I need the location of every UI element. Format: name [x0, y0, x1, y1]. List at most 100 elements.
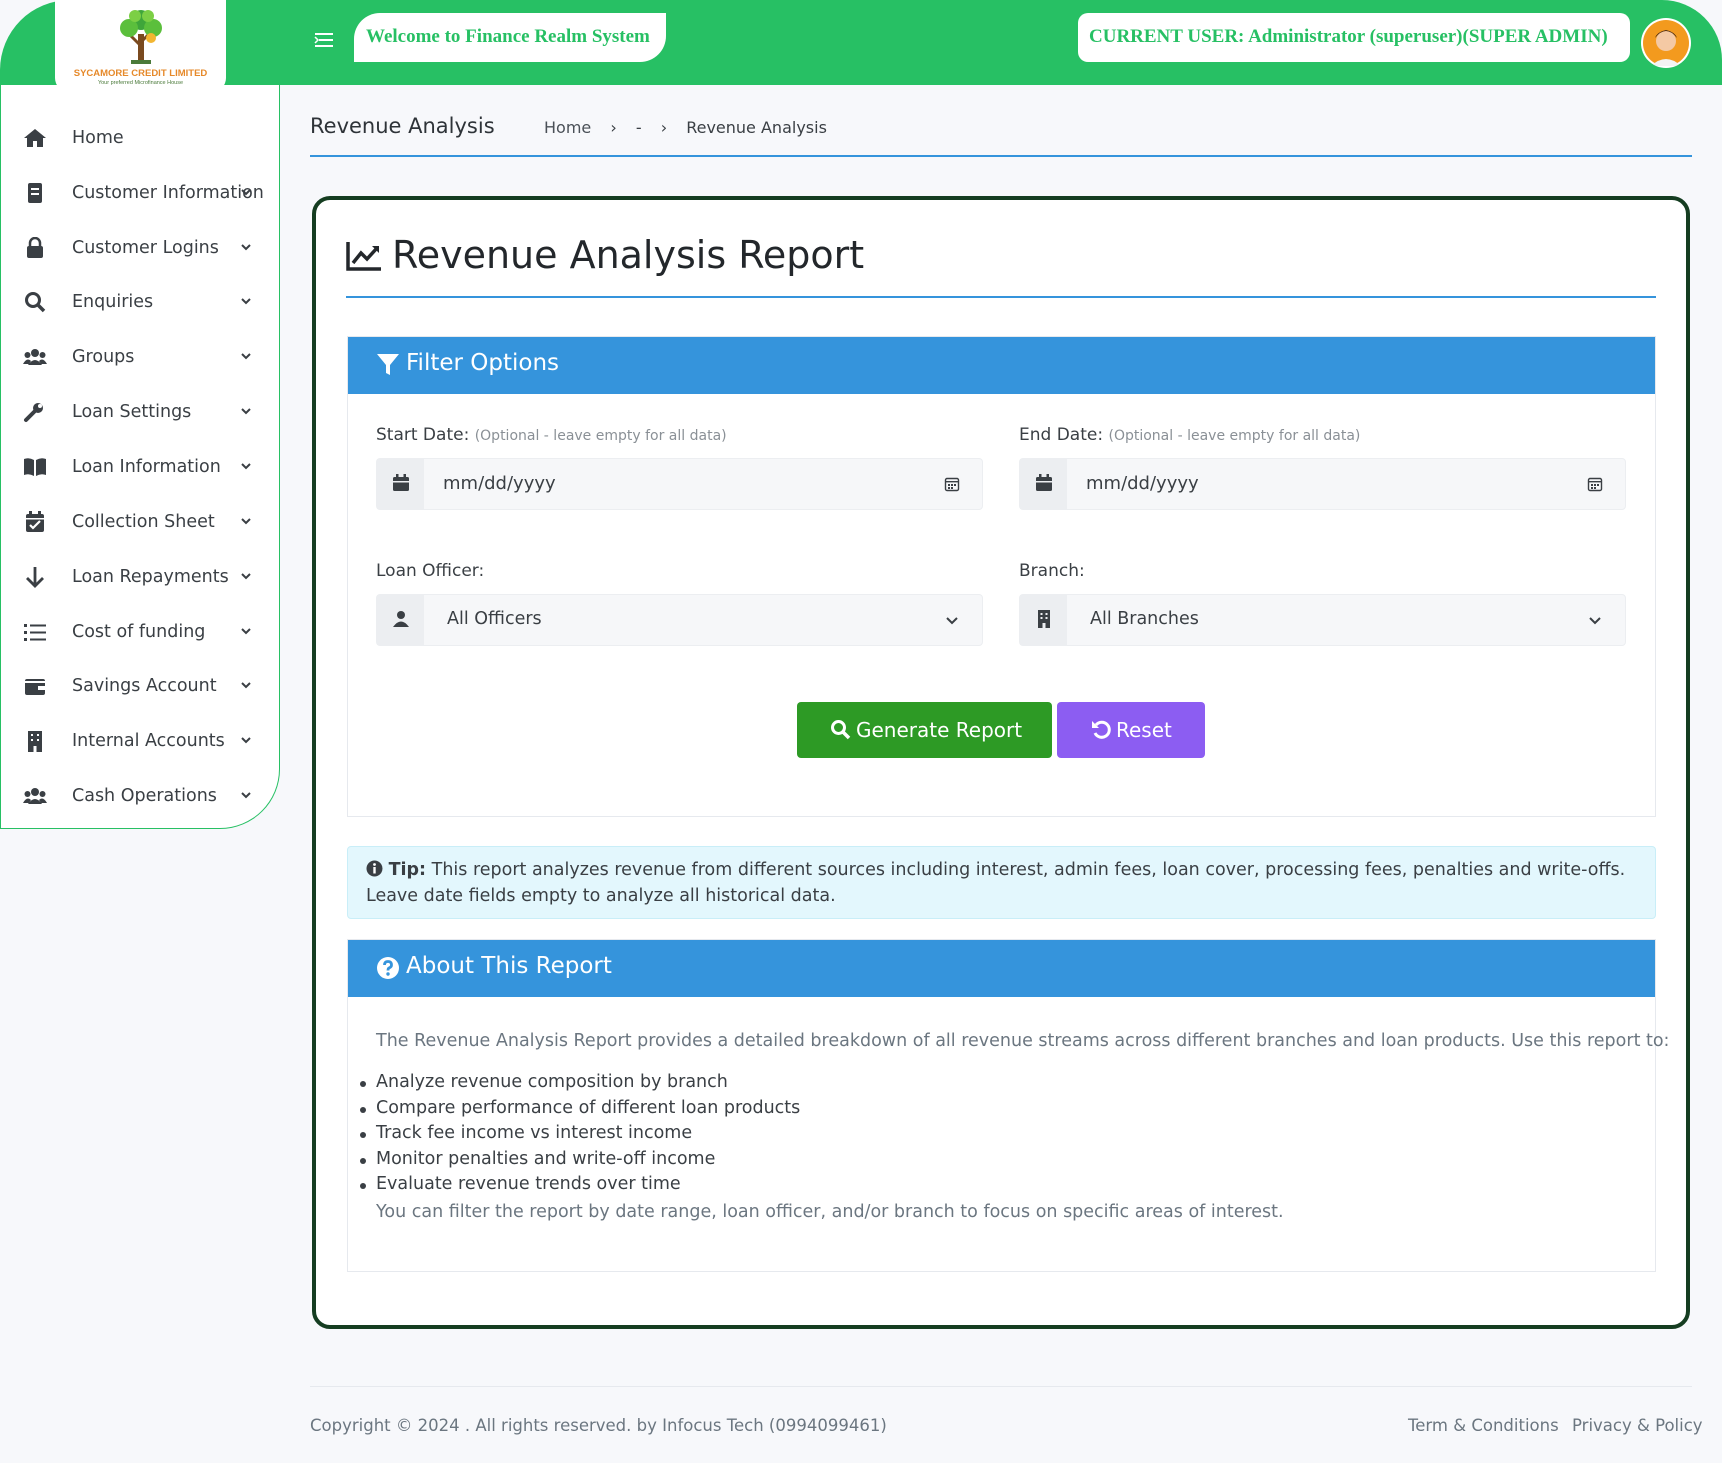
sidebar: Home Customer Information Customer Login…	[0, 85, 280, 829]
sidebar-item-label: Cost of funding	[72, 622, 206, 642]
page-title: Revenue Analysis	[310, 114, 495, 138]
start-date-label-text: Start Date:	[376, 425, 470, 445]
list-icon	[24, 624, 46, 641]
start-date-hint: (Optional - leave empty for all data)	[474, 428, 727, 444]
user-avatar-icon	[1643, 20, 1689, 66]
list-item: Track fee income vs interest income	[359, 1123, 800, 1149]
current-user-badge: CURRENT USER: Administrator (superuser)(…	[1078, 13, 1630, 62]
report-title: Revenue Analysis Report	[392, 233, 865, 277]
end-date-label: End Date: (Optional - leave empty for al…	[1019, 425, 1360, 445]
sidebar-item-label: Collection Sheet	[72, 512, 215, 532]
about-intro: The Revenue Analysis Report provides a d…	[376, 1031, 1670, 1051]
user-avatar[interactable]	[1641, 18, 1691, 68]
chevron-down-icon	[241, 628, 251, 635]
list-item: Analyze revenue composition by branch	[359, 1072, 800, 1098]
wrench-icon	[24, 403, 43, 422]
welcome-banner: Welcome to Finance Realm System	[354, 13, 666, 62]
sidebar-item-home[interactable]: Home	[1, 118, 279, 158]
sidebar-item-loan-settings[interactable]: Loan Settings	[1, 392, 279, 432]
sidebar-item-label: Customer Logins	[72, 238, 219, 258]
generate-report-button[interactable]: Generate Report	[797, 702, 1052, 758]
chevron-down-icon	[241, 518, 251, 525]
sidebar-item-internal-accounts[interactable]: Internal Accounts	[1, 721, 279, 761]
about-list: Analyze revenue composition by branch Co…	[359, 1072, 800, 1200]
sidebar-item-label: Savings Account	[72, 676, 217, 696]
lock-icon	[27, 237, 43, 258]
building-icon	[1038, 610, 1050, 628]
company-logo[interactable]: SYCAMORE CREDIT LIMITED Your preferred M…	[55, 0, 226, 92]
sidebar-item-cash-operations[interactable]: Cash Operations	[1, 776, 279, 816]
breadcrumb-separator: ›	[660, 118, 668, 137]
end-date-input[interactable]: mm/dd/yyyy	[1086, 473, 1199, 494]
sidebar-item-enquiries[interactable]: Enquiries	[1, 282, 279, 322]
document-icon	[28, 183, 42, 203]
chevron-down-icon	[241, 244, 251, 251]
about-panel-title: About This Report	[406, 953, 612, 979]
loan-officer-select[interactable]: All Officers	[376, 594, 983, 646]
breadcrumb-home-link[interactable]: Home	[544, 118, 591, 137]
tip-text: This report analyzes revenue from differ…	[366, 860, 1626, 906]
sidebar-item-loan-repayments[interactable]: Loan Repayments	[1, 557, 279, 597]
filter-panel-header: Filter Options	[348, 337, 1655, 394]
start-date-input[interactable]: mm/dd/yyyy	[443, 473, 556, 494]
calendar-icon	[393, 474, 409, 491]
sidebar-item-label: Loan Repayments	[72, 567, 229, 587]
book-icon	[24, 458, 46, 476]
sidebar-item-label: Customer Information	[72, 183, 264, 203]
sidebar-item-customer-information[interactable]: Customer Information	[1, 173, 279, 213]
search-icon	[25, 292, 46, 313]
tree-logo-icon	[120, 10, 162, 64]
branch-label: Branch:	[1019, 561, 1085, 581]
title-divider	[346, 296, 1656, 298]
start-date-field[interactable]: mm/dd/yyyy	[376, 458, 983, 510]
privacy-link[interactable]: Privacy & Policy	[1572, 1416, 1703, 1435]
users-icon	[23, 788, 47, 804]
end-date-hint: (Optional - leave empty for all data)	[1108, 428, 1361, 444]
sidebar-item-groups[interactable]: Groups	[1, 337, 279, 377]
breadcrumb: Home › - › Revenue Analysis	[544, 118, 841, 137]
breadcrumb-middle: -	[635, 118, 642, 137]
branch-value: All Branches	[1090, 609, 1199, 629]
sidebar-item-label: Internal Accounts	[72, 731, 225, 751]
loan-officer-addon	[377, 595, 424, 645]
logo-company-name: SYCAMORE CREDIT LIMITED	[73, 68, 208, 79]
chevron-down-icon	[241, 682, 251, 689]
list-item: Monitor penalties and write-off income	[359, 1149, 800, 1175]
sidebar-item-label: Loan Settings	[72, 402, 192, 422]
sidebar-item-loan-information[interactable]: Loan Information	[1, 447, 279, 487]
reset-button[interactable]: Reset	[1057, 702, 1205, 758]
search-icon	[831, 720, 851, 740]
hamburger-menu-icon[interactable]	[313, 29, 335, 51]
breadcrumb-separator: ›	[610, 118, 617, 137]
list-item: Compare performance of different loan pr…	[359, 1098, 800, 1124]
home-icon	[24, 129, 46, 147]
chevron-down-icon	[241, 792, 251, 799]
sidebar-item-label: Groups	[72, 347, 135, 367]
sidebar-item-label: Cash Operations	[72, 786, 217, 806]
sidebar-item-customer-logins[interactable]: Customer Logins	[1, 228, 279, 268]
sidebar-item-collection-sheet[interactable]: Collection Sheet	[1, 502, 279, 542]
sidebar-item-savings-account[interactable]: Savings Account	[1, 666, 279, 706]
chevron-down-icon	[241, 408, 251, 415]
chevron-down-icon	[241, 737, 251, 744]
chevron-down-icon	[946, 617, 958, 625]
chevron-down-icon	[241, 189, 251, 196]
branch-select[interactable]: All Branches	[1019, 594, 1626, 646]
calendar-picker-icon[interactable]	[944, 476, 960, 492]
calendar-picker-icon[interactable]	[1587, 476, 1603, 492]
reset-label: Reset	[1116, 718, 1172, 742]
building-icon	[28, 731, 42, 752]
start-date-label: Start Date: (Optional - leave empty for …	[376, 425, 727, 445]
loan-officer-label: Loan Officer:	[376, 561, 485, 581]
end-date-field[interactable]: mm/dd/yyyy	[1019, 458, 1626, 510]
end-date-label-text: End Date:	[1019, 425, 1104, 445]
terms-link[interactable]: Term & Conditions	[1408, 1416, 1559, 1435]
end-date-addon	[1020, 459, 1067, 509]
list-item: Evaluate revenue trends over time	[359, 1174, 800, 1200]
sidebar-item-cost-of-funding[interactable]: Cost of funding	[1, 612, 279, 652]
sidebar-item-label: Enquiries	[72, 292, 154, 312]
tip-alert: Tip: This report analyzes revenue from d…	[347, 846, 1656, 919]
users-icon	[23, 349, 47, 365]
chevron-down-icon	[1589, 617, 1601, 625]
arrow-down-icon	[26, 567, 44, 588]
